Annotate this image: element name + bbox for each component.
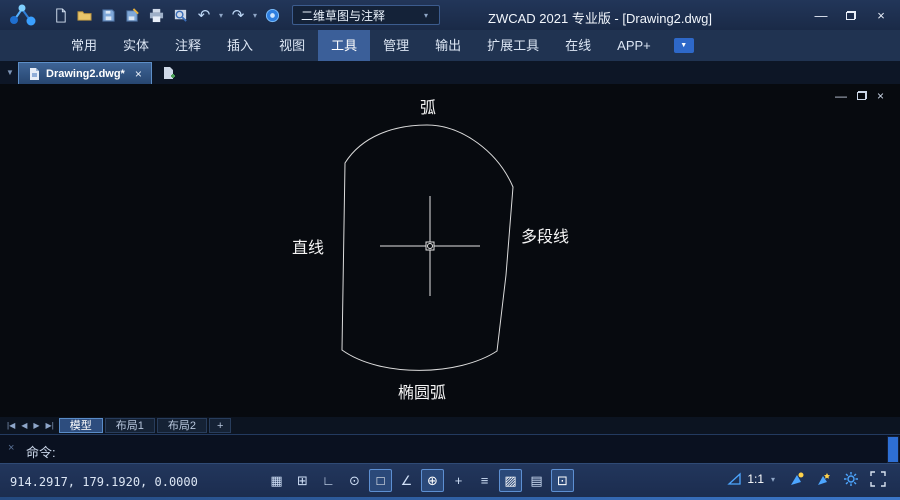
workspace-dropdown-value: 二维草图与注释 (301, 7, 385, 24)
quick-snap-icon[interactable]: + (447, 469, 470, 492)
new-document-icon[interactable] (48, 4, 72, 26)
save-as-icon[interactable] (120, 4, 144, 26)
command-line-panel[interactable]: × 命令: (0, 434, 900, 463)
drawing-geometry (0, 84, 900, 417)
command-scrollbar-thumb[interactable] (888, 437, 898, 462)
document-tab-bar: ▼ Drawing2.dwg* × (0, 61, 900, 84)
ribbon-tab-online[interactable]: 在线 (552, 30, 604, 61)
annotation-autoscale-icon[interactable] (816, 471, 832, 487)
open-folder-icon[interactable] (72, 4, 96, 26)
last-layout-icon[interactable]: ▶| (43, 421, 57, 430)
dynamic-input-icon[interactable]: ⊕ (421, 469, 444, 492)
snap-icon[interactable]: ⊞ (291, 469, 314, 492)
ribbon-tab-annotate[interactable]: 注释 (162, 30, 214, 61)
status-bar: 914.2917, 179.1920, 0.0000 ▦ ⊞ ∟ ⊙ □ ∠ ⊕… (0, 463, 900, 500)
window-title: ZWCAD 2021 专业版 - [Drawing2.dwg] (488, 8, 712, 27)
object-snap-icon[interactable]: □ (369, 469, 392, 492)
ribbon-collapse-button[interactable]: ▼ (674, 38, 694, 53)
ribbon-tab-manage[interactable]: 管理 (370, 30, 422, 61)
dwg-file-icon (28, 68, 40, 80)
annotation-monitor-icon[interactable]: ⊡ (551, 469, 574, 492)
document-tab-drawing2[interactable]: Drawing2.dwg* × (18, 62, 152, 84)
close-button[interactable]: × (868, 5, 894, 25)
grid-icon[interactable]: ▦ (265, 469, 288, 492)
annotation-scale-caret-icon: ▾ (768, 475, 778, 484)
quick-access-toolbar: ↶ ▾ ↷ ▾ (48, 4, 284, 26)
drawing-minimize-button[interactable]: — (835, 89, 847, 103)
command-prompt[interactable]: 命令: (26, 442, 56, 461)
title-bar: ↶ ▾ ↷ ▾ 二维草图与注释 ▾ ZWCAD 2021 专业版 - [Draw… (0, 0, 900, 30)
undo-dropdown-caret-icon[interactable]: ▾ (216, 11, 226, 20)
save-icon[interactable] (96, 4, 120, 26)
transparency-icon[interactable]: ▨ (499, 469, 522, 492)
redo-icon[interactable]: ↷ (226, 4, 250, 26)
drawing-window-controls: — × (835, 89, 884, 103)
drawing-close-button[interactable]: × (877, 89, 884, 103)
ribbon-tab-solid[interactable]: 实体 (110, 30, 162, 61)
next-layout-icon[interactable]: ▶ (30, 421, 42, 430)
redo-dropdown-caret-icon[interactable]: ▾ (250, 11, 260, 20)
minimize-button[interactable]: — (808, 5, 834, 25)
ribbon-tab-view[interactable]: 视图 (266, 30, 318, 61)
profile-path (342, 125, 513, 370)
workspace-dropdown[interactable]: 二维草图与注释 ▾ (292, 5, 440, 25)
undo-icon[interactable]: ↶ (192, 4, 216, 26)
command-scrollbar[interactable] (887, 436, 899, 463)
label-elliptical-arc: 椭圆弧 (398, 379, 446, 403)
layout-tab-model[interactable]: 模型 (59, 418, 103, 433)
ribbon-tab-app-plus[interactable]: APP+ (604, 30, 664, 61)
ribbon-tab-bar: 常用 实体 注释 插入 视图 工具 管理 输出 扩展工具 在线 APP+ ▼ (0, 30, 900, 61)
drawing-restore-button[interactable] (857, 89, 867, 103)
layout-tab-bar: |◀ ◀ ▶ ▶| 模型 布局1 布局2 + (0, 417, 900, 434)
layout-tab-layout1[interactable]: 布局1 (105, 418, 155, 433)
window-controls: — × (808, 5, 894, 25)
fullscreen-icon[interactable] (870, 471, 886, 487)
doc-tabs-expand-icon[interactable]: ▼ (2, 68, 18, 77)
object-snap-tracking-icon[interactable]: ∠ (395, 469, 418, 492)
annotation-visibility-icon[interactable] (789, 471, 805, 487)
label-polyline: 多段线 (521, 223, 569, 247)
document-tab-label: Drawing2.dwg* (46, 68, 125, 80)
annotation-scale-value: 1:1 (747, 472, 764, 486)
drawing-restore-icon (857, 91, 867, 100)
status-toggles: ▦ ⊞ ∟ ⊙ □ ∠ ⊕ + ≡ ▨ ▤ ⊡ (265, 469, 574, 492)
zwcad-window: ↶ ▾ ↷ ▾ 二维草图与注释 ▾ ZWCAD 2021 专业版 - [Draw… (0, 0, 900, 500)
restore-icon (846, 11, 856, 20)
ribbon-tab-home[interactable]: 常用 (58, 30, 110, 61)
ribbon-tab-express-tools[interactable]: 扩展工具 (474, 30, 552, 61)
prev-layout-icon[interactable]: ◀ (18, 421, 30, 430)
drawing-area[interactable]: 弧 直线 多段线 椭圆弧 — × (0, 84, 900, 417)
print-icon[interactable] (144, 4, 168, 26)
first-layout-icon[interactable]: |◀ (4, 421, 18, 430)
coordinates-readout: 914.2917, 179.1920, 0.0000 (10, 475, 198, 489)
settings-gear-icon[interactable] (843, 471, 859, 487)
status-right-group: 1:1 ▾ (727, 471, 886, 487)
new-document-tab-icon[interactable] (158, 63, 180, 82)
document-tab-close-icon[interactable]: × (135, 67, 142, 81)
zwcad-logo-icon (8, 3, 38, 27)
layout-tab-layout2[interactable]: 布局2 (157, 418, 207, 433)
ribbon-tab-output[interactable]: 输出 (422, 30, 474, 61)
lineweight-icon[interactable]: ≡ (473, 469, 496, 492)
polar-tracking-icon[interactable]: ⊙ (343, 469, 366, 492)
ribbon-tab-insert[interactable]: 插入 (214, 30, 266, 61)
plot-preview-icon[interactable] (168, 4, 192, 26)
workspace-switch-icon[interactable] (260, 4, 284, 26)
restore-button[interactable] (838, 5, 864, 25)
ortho-icon[interactable]: ∟ (317, 469, 340, 492)
label-arc: 弧 (420, 94, 436, 118)
annotation-scale-icon (727, 471, 743, 487)
annotation-scale-control[interactable]: 1:1 ▾ (727, 471, 778, 487)
command-close-icon[interactable]: × (8, 442, 14, 454)
ribbon-tab-tools[interactable]: 工具 (318, 30, 370, 61)
label-line: 直线 (292, 234, 324, 258)
crosshair-cursor (380, 196, 480, 296)
workspace-dropdown-caret-icon: ▾ (421, 11, 431, 20)
selection-cycling-icon[interactable]: ▤ (525, 469, 548, 492)
add-layout-button[interactable]: + (209, 418, 231, 433)
